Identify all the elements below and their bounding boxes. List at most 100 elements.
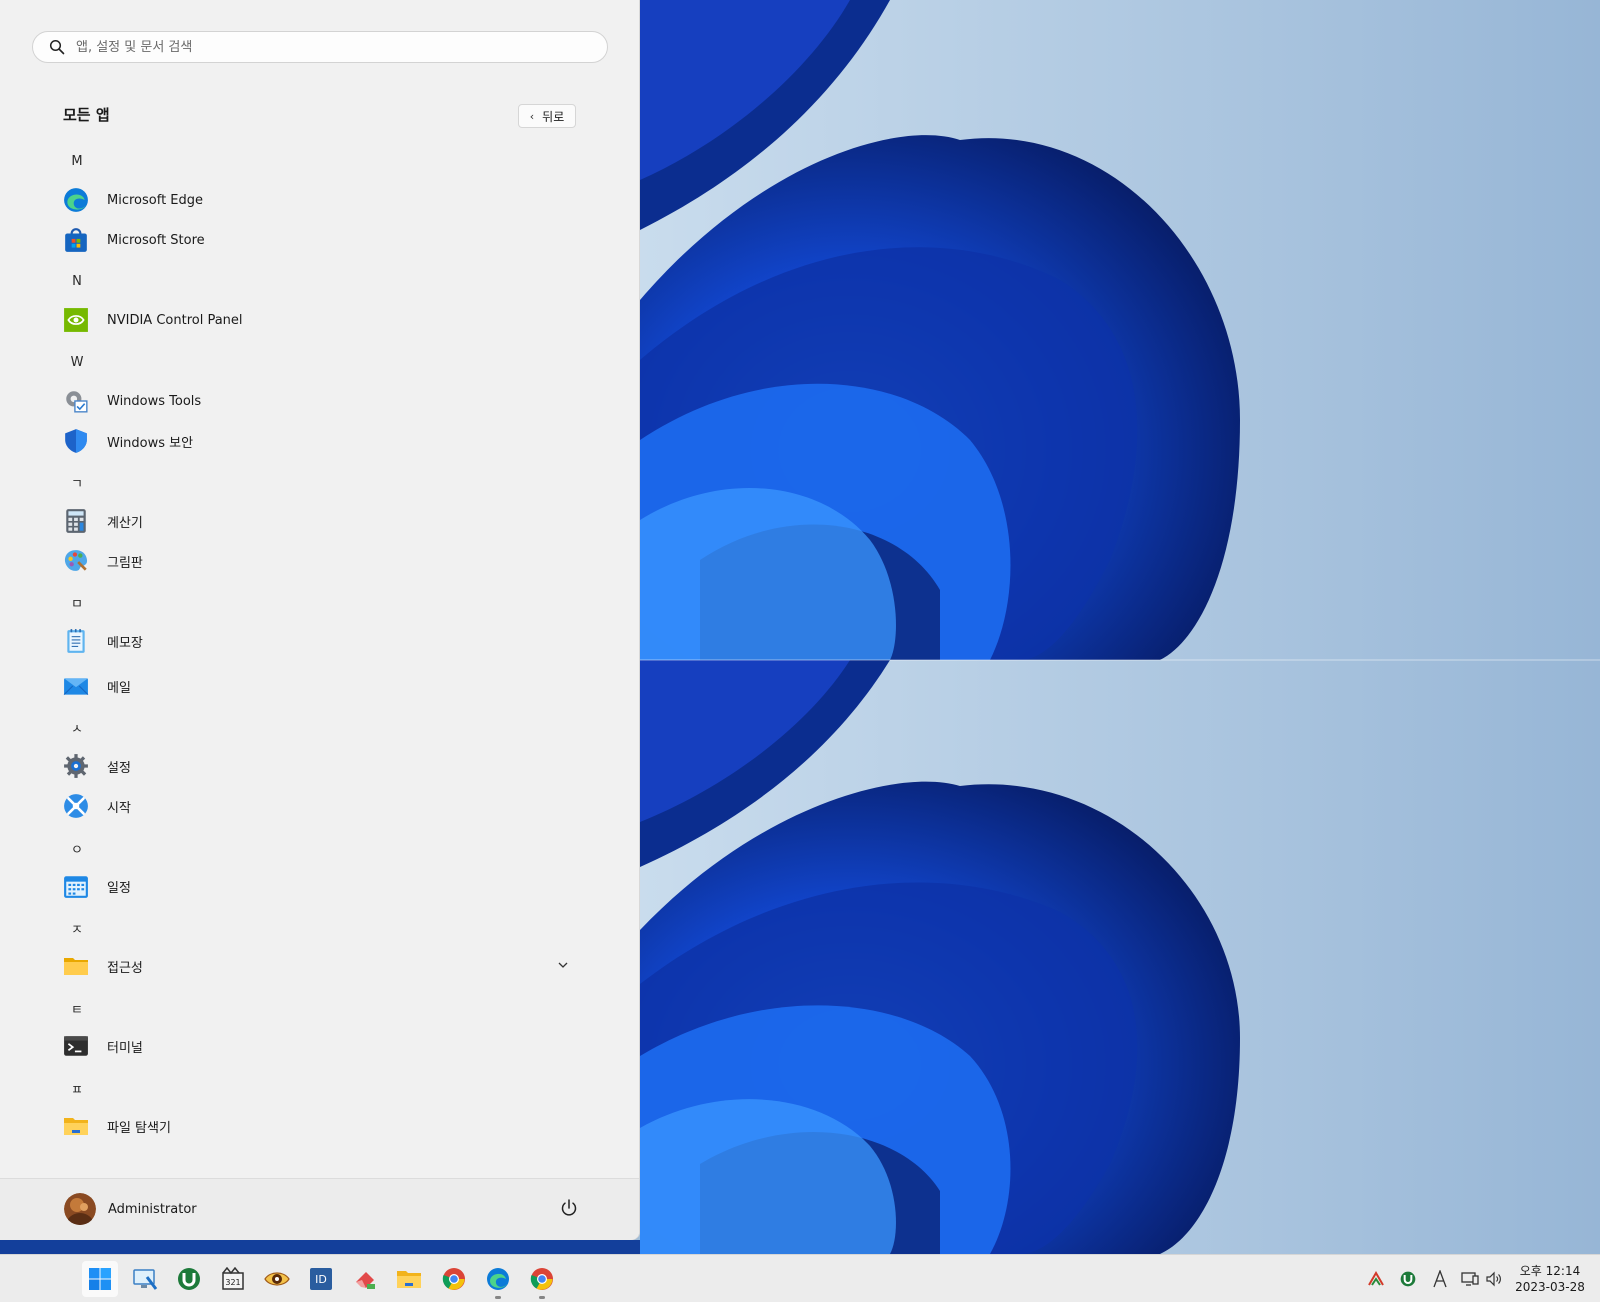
app-item[interactable]: NVIDIA Control Panel — [56, 302, 592, 338]
store-icon — [63, 227, 89, 253]
taskbar-eraser-app[interactable] — [347, 1261, 383, 1297]
edge-icon — [487, 1268, 509, 1290]
settings-gear-icon — [63, 753, 89, 779]
user-account-button[interactable]: Administrator — [64, 1193, 197, 1225]
start-menu: 모든 앱 ‹ 뒤로 M Microsoft Edge Microsoft Store… — [0, 0, 640, 1240]
app-label: 시작 — [107, 800, 131, 816]
mail-icon — [63, 673, 89, 699]
folder-icon — [63, 953, 89, 979]
ime-a-icon — [1433, 1270, 1447, 1288]
app-label: Microsoft Edge — [107, 192, 204, 208]
tray-network-triangle[interactable] — [1366, 1269, 1386, 1289]
tips-icon — [63, 793, 89, 819]
chevron-down-icon[interactable] — [556, 958, 570, 972]
calculator-icon — [63, 508, 89, 534]
avatar — [64, 1193, 96, 1225]
app-item[interactable]: Microsoft Edge — [56, 182, 592, 218]
svg-text:321: 321 — [225, 1278, 240, 1287]
taskbar-file-explorer[interactable] — [391, 1261, 427, 1297]
app-label: 계산기 — [107, 515, 143, 531]
back-button[interactable]: ‹ 뒤로 — [518, 104, 576, 128]
group-header[interactable]: W — [64, 350, 90, 374]
group-header[interactable]: ㅌ — [64, 996, 90, 1020]
start-button[interactable] — [82, 1261, 118, 1297]
notepad-icon — [63, 628, 89, 654]
terminal-icon — [63, 1033, 89, 1059]
shield-icon — [63, 428, 89, 454]
monitor-seam — [640, 659, 1600, 661]
app-item[interactable]: Microsoft Store — [56, 222, 592, 258]
taskbar-media-player[interactable]: 321 — [215, 1261, 251, 1297]
search-input[interactable] — [76, 39, 556, 55]
clock-time: 오후 12:14 — [1519, 1264, 1581, 1278]
app-label: 접근성 — [107, 960, 143, 976]
file-explorer-icon — [63, 1113, 89, 1139]
running-indicator — [539, 1296, 545, 1299]
search-icon — [49, 39, 65, 55]
display-network-icon — [1461, 1272, 1479, 1286]
app-item[interactable]: 파일 탐색기 — [56, 1108, 592, 1144]
app-label: 그림판 — [107, 555, 143, 571]
app-item[interactable]: 계산기 — [56, 503, 592, 539]
utorrent-icon — [178, 1268, 200, 1290]
back-button-label: 뒤로 — [542, 109, 565, 124]
app-item[interactable]: Windows Tools — [56, 383, 592, 419]
group-header[interactable]: ㄱ — [64, 470, 90, 494]
app-item[interactable]: 설정 — [56, 748, 592, 784]
taskbar-remote-desktop[interactable] — [127, 1261, 163, 1297]
paint-icon — [63, 548, 89, 574]
group-header[interactable]: ㅅ — [64, 715, 90, 739]
app-item[interactable]: 터미널 — [56, 1028, 592, 1064]
group-header[interactable]: ㅈ — [64, 916, 90, 940]
app-label: 터미널 — [107, 1040, 143, 1056]
taskbar-clock[interactable]: 오후 12:14 2023-03-28 — [1510, 1263, 1590, 1295]
group-header[interactable]: M — [64, 149, 90, 173]
start-menu-footer: Administrator — [0, 1178, 639, 1240]
app-item[interactable]: 시작 — [56, 788, 592, 824]
user-name: Administrator — [108, 1201, 197, 1217]
taskbar-chrome[interactable] — [436, 1261, 472, 1297]
group-header[interactable]: N — [64, 269, 90, 293]
tray-ime[interactable] — [1430, 1269, 1450, 1289]
eye-viewer-icon — [264, 1272, 290, 1286]
all-apps-title: 모든 앱 — [63, 106, 110, 124]
taskbar-visual-studio[interactable]: ID — [303, 1261, 339, 1297]
windows-start-icon — [89, 1268, 111, 1290]
taskbar-utorrent[interactable] — [171, 1261, 207, 1297]
app-label: Microsoft Store — [107, 232, 205, 248]
file-explorer-icon — [397, 1271, 421, 1288]
network-triangle-icon — [1368, 1271, 1384, 1286]
svg-text:ID: ID — [315, 1273, 327, 1286]
group-header[interactable]: ㅁ — [64, 590, 90, 614]
tray-network[interactable] — [1460, 1269, 1480, 1289]
group-header[interactable]: ㅍ — [64, 1076, 90, 1100]
app-label: 일정 — [107, 880, 131, 896]
chrome-icon — [442, 1268, 465, 1290]
app-label: 메모장 — [107, 635, 143, 651]
app-item[interactable]: 메일 — [56, 668, 592, 704]
taskbar-eye-viewer[interactable] — [259, 1261, 295, 1297]
clock-date: 2023-03-28 — [1515, 1280, 1585, 1294]
app-item[interactable]: Windows 보안 — [56, 423, 592, 459]
chrome-icon — [530, 1268, 553, 1290]
visual-studio-icon: ID — [310, 1268, 332, 1290]
windows-tools-icon — [63, 388, 89, 414]
app-label: 파일 탐색기 — [107, 1120, 171, 1136]
app-label: Windows Tools — [107, 393, 202, 409]
app-item[interactable]: 메모장 — [56, 623, 592, 659]
power-button[interactable] — [558, 1197, 580, 1219]
tray-volume[interactable] — [1484, 1269, 1504, 1289]
taskbar-chrome-2[interactable] — [524, 1261, 560, 1299]
eraser-app-icon — [356, 1272, 375, 1289]
app-item[interactable]: 접근성 — [56, 948, 592, 984]
app-item[interactable]: 일정 — [56, 868, 592, 904]
group-header[interactable]: ㅇ — [64, 836, 90, 860]
app-item[interactable]: 그림판 — [56, 543, 592, 579]
tray-utorrent[interactable] — [1398, 1269, 1418, 1289]
taskbar-edge[interactable] — [480, 1261, 516, 1299]
app-label: 설정 — [107, 760, 131, 776]
search-box[interactable] — [32, 31, 608, 63]
volume-icon — [1486, 1271, 1501, 1287]
desktop-wallpaper-bottom — [640, 660, 1600, 1254]
chevron-left-icon: ‹ — [529, 109, 535, 123]
